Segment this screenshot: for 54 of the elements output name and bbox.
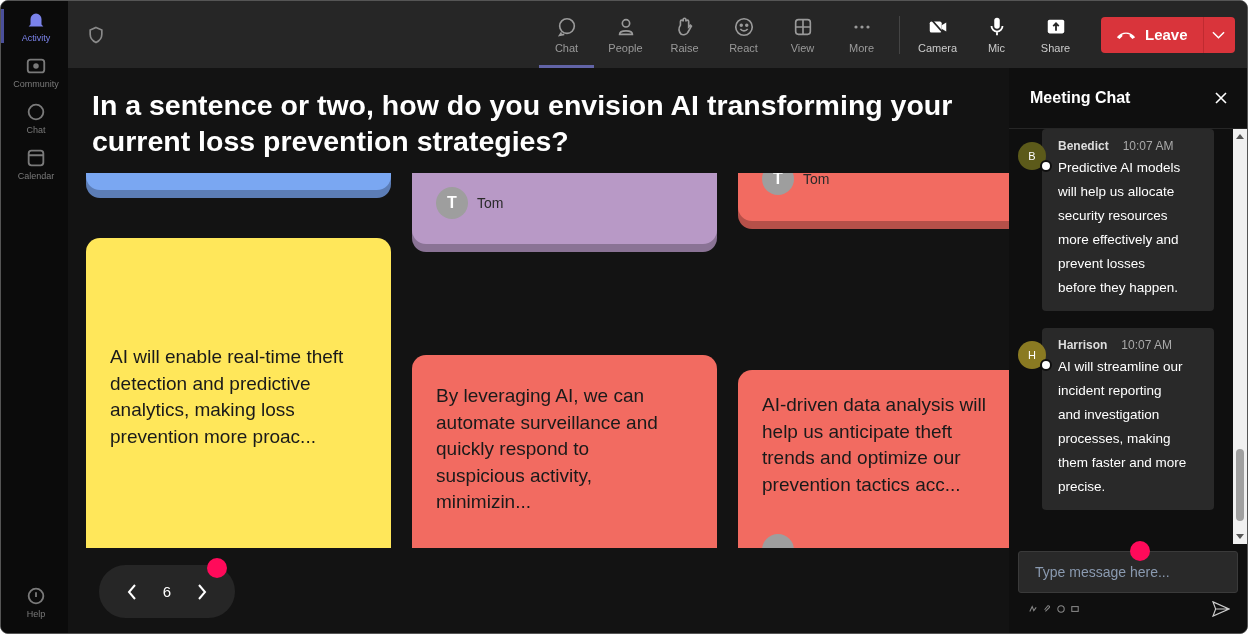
message-text: AI will streamline our incident reporting and investigation processes, making them faster and more precise.	[1058, 358, 1187, 496]
scroll-up-icon	[1236, 134, 1244, 139]
help-button[interactable]: Help	[1, 585, 68, 619]
response-text: AI-driven data analysis will help us anticipate theft trends and optimize our prevention tactics acc...	[762, 393, 987, 497]
chat-icon	[25, 101, 47, 123]
toolbar-button[interactable]: Raise	[657, 1, 712, 68]
close-icon[interactable]	[1215, 92, 1227, 104]
shield-icon	[86, 24, 106, 45]
indicator-dot	[1130, 541, 1150, 561]
toolbar-button[interactable]: More	[834, 1, 889, 68]
author-name: Tom	[803, 173, 830, 187]
user-avatar: B	[1018, 142, 1046, 170]
user-avatar: H	[1018, 341, 1046, 369]
toolbar-button[interactable]: React	[716, 1, 771, 68]
scrollbar[interactable]	[1233, 129, 1247, 544]
calendar-icon	[25, 147, 47, 169]
chevron-left-icon	[126, 583, 137, 600]
toolbar-button[interactable]: Chat	[539, 1, 594, 68]
author-avatar: T	[436, 187, 468, 219]
message-time: 10:07 AM	[1121, 338, 1173, 352]
message-time: 10:07 AM	[1122, 139, 1174, 153]
gif-icon[interactable]	[1071, 605, 1079, 613]
scroll-down-icon	[1236, 534, 1244, 539]
chevron-right-icon	[197, 583, 208, 600]
response-text: AI will enable real-time theft detection and predictive analytics, making loss prevention more proac...	[110, 345, 345, 449]
response-text: By leveraging AI, we can automate surveillance and quickly respond to suspicious activity, minimizin...	[436, 384, 659, 514]
toolbar-button[interactable]: View	[775, 1, 830, 68]
message-text: Predictive AI models will help us allocate security resources more effectively and prevent losses before they happen.	[1058, 159, 1182, 297]
attach-icon[interactable]	[1043, 605, 1051, 613]
send-icon[interactable]	[1212, 601, 1230, 617]
toolbar-icon	[732, 15, 755, 38]
rail-tab[interactable]: Calendar	[1, 147, 68, 181]
scroll-thumb[interactable]	[1236, 449, 1244, 521]
help-icon	[25, 585, 47, 607]
author-avatar: T	[762, 173, 794, 195]
question-title: In a sentence or two, how do you envision AI transforming your current loss prevention strategies?	[92, 88, 954, 159]
rail-tab[interactable]: Chat	[1, 101, 68, 135]
chevron-down-icon	[1212, 30, 1225, 39]
chat-title: Meeting Chat	[1030, 89, 1131, 107]
emoji-icon[interactable]	[1057, 605, 1065, 613]
indicator-dot	[207, 558, 227, 578]
page-number: 6	[162, 583, 172, 600]
toolbar-button[interactable]: Share	[1028, 1, 1083, 68]
toolbar-button[interactable]: Mic	[969, 1, 1024, 68]
sender-name: Benedict	[1058, 139, 1109, 153]
sender-name: Harrison	[1058, 338, 1108, 352]
format-icon[interactable]	[1029, 605, 1037, 613]
leave-button[interactable]: Leave	[1101, 16, 1235, 53]
toolbar-button[interactable]: People	[598, 1, 653, 68]
author-name: Tom	[477, 195, 504, 211]
toolbar-button[interactable]: Camera	[910, 1, 965, 68]
more-icon	[853, 24, 870, 29]
rail-tab[interactable]: Community	[1, 55, 68, 89]
message-input[interactable]: Type message here...	[1018, 551, 1238, 593]
